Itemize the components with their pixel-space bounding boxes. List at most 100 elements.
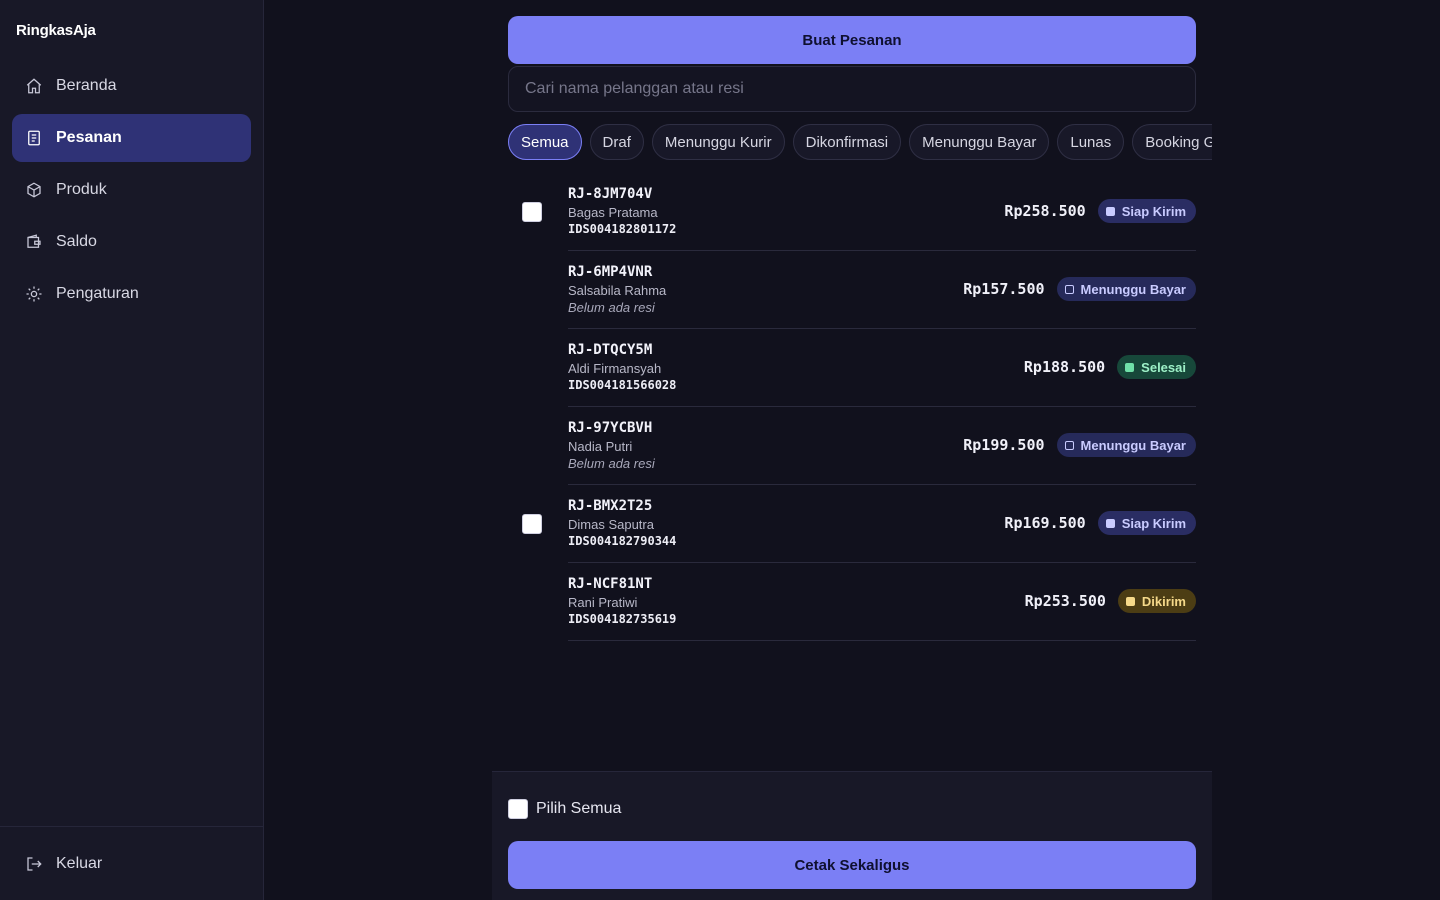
sidebar-item-saldo[interactable]: Saldo	[12, 218, 251, 266]
logout-label: Keluar	[56, 854, 103, 872]
order-list: RJ-8JM704V Bagas Pratama IDS004182801172…	[508, 173, 1196, 641]
order-info: RJ-97YCBVH Nadia Putri Belum ada resi	[568, 420, 655, 472]
tracking-number: IDS004182801172	[568, 222, 677, 236]
sidebar-item-label: Pengaturan	[56, 285, 139, 302]
customer-name: Salsabila Rahma	[568, 283, 667, 298]
box-icon	[25, 181, 43, 199]
status-label: Selesai	[1141, 359, 1186, 375]
sidebar-item-pesanan[interactable]: Pesanan	[12, 114, 251, 162]
create-order-button[interactable]: Buat Pesanan	[508, 16, 1196, 64]
tracking-number: IDS004182790344	[568, 534, 677, 548]
tracking-number: Belum ada resi	[568, 300, 655, 315]
status-label: Siap Kirim	[1121, 515, 1186, 531]
order-row[interactable]: RJ-8JM704V Bagas Pratama IDS004182801172…	[508, 173, 1196, 251]
home-icon	[25, 77, 43, 95]
order-info: RJ-8JM704V Bagas Pratama IDS004182801172	[568, 186, 676, 238]
order-price: Rp188.500	[1023, 358, 1106, 376]
status-tabs: Semua Draf Menunggu Kurir Dikonfirmasi M…	[508, 124, 1212, 160]
order-summary: Rp188.500 Selesai	[1024, 355, 1196, 379]
order-id: RJ-DTQCY5M	[568, 342, 653, 358]
order-info: RJ-NCF81NT Rani Pratiwi IDS004182735619	[568, 576, 676, 628]
order-row[interactable]: RJ-NCF81NT Rani Pratiwi IDS004182735619 …	[508, 563, 1196, 641]
status-label: Siap Kirim	[1121, 203, 1186, 219]
status-badge: Menunggu Bayar	[1056, 433, 1196, 457]
status-label: Dikirim	[1141, 593, 1186, 609]
sidebar-item-produk[interactable]: Produk	[12, 166, 251, 214]
box-icon	[1105, 518, 1115, 528]
customer-name: Dimas Saputra	[568, 517, 654, 532]
order-summary: Rp258.500 Siap Kirim	[1004, 199, 1196, 223]
order-summary: Rp169.500 Siap Kirim	[1004, 511, 1196, 535]
status-badge: Selesai	[1117, 355, 1196, 379]
order-id: RJ-6MP4VNR	[568, 264, 653, 280]
sidebar-footer: Keluar	[0, 826, 263, 900]
sidebar-item-label: Pesanan	[56, 129, 122, 146]
order-price: Rp258.500	[1004, 202, 1086, 220]
search-input[interactable]	[508, 66, 1196, 112]
tab-dikonfirmasi[interactable]: Dikonfirmasi	[792, 124, 902, 160]
order-info: RJ-BMX2T25 Dimas Saputra IDS004182790344	[568, 498, 676, 550]
main-content: Buat Pesanan Semua Draf Menunggu Kurir D…	[264, 0, 1440, 900]
status-label: Menunggu Bayar	[1080, 437, 1186, 453]
wallet-icon	[25, 233, 43, 251]
customer-name: Rani Pratiwi	[568, 595, 638, 610]
bulk-action-bar: Pilih Semua Cetak Sekaligus	[492, 771, 1212, 900]
sidebar-item-label: Beranda	[56, 77, 117, 94]
tab-semua[interactable]: Semua	[508, 124, 582, 160]
order-row[interactable]: RJ-6MP4VNR Salsabila Rahma Belum ada res…	[508, 251, 1196, 329]
customer-name: Aldi Firmansyah	[568, 361, 662, 376]
status-label: Menunggu Bayar	[1080, 281, 1186, 297]
status-badge: Menunggu Bayar	[1056, 277, 1196, 301]
order-id: RJ-8JM704V	[568, 186, 653, 202]
sun-icon	[25, 285, 43, 303]
sidebar-item-beranda[interactable]: Beranda	[12, 62, 251, 110]
order-checkbox[interactable]	[522, 202, 542, 222]
logout-button[interactable]: Keluar	[12, 840, 251, 888]
tracking-number: Belum ada resi	[568, 456, 655, 471]
order-id: RJ-BMX2T25	[568, 498, 653, 514]
order-info: RJ-DTQCY5M Aldi Firmansyah IDS0041815660…	[568, 342, 676, 394]
tab-lunas[interactable]: Lunas	[1057, 124, 1125, 160]
select-all-label: Pilih Semua	[536, 800, 622, 817]
tab-draf[interactable]: Draf	[589, 124, 644, 160]
order-row[interactable]: RJ-DTQCY5M Aldi Firmansyah IDS0041815660…	[508, 329, 1196, 407]
square-icon	[1064, 440, 1074, 450]
sidebar-item-label: Saldo	[56, 233, 97, 250]
order-row[interactable]: RJ-BMX2T25 Dimas Saputra IDS004182790344…	[508, 485, 1196, 563]
orders-panel: Buat Pesanan Semua Draf Menunggu Kurir D…	[492, 0, 1212, 900]
order-id: RJ-97YCBVH	[568, 420, 653, 436]
status-badge: Dikirim	[1117, 589, 1196, 613]
tab-booking-gagal[interactable]: Booking Gagal	[1132, 124, 1212, 160]
box-icon	[1105, 206, 1115, 216]
select-all-checkbox[interactable]	[508, 799, 528, 819]
select-all-toggle[interactable]: Pilih Semua	[508, 799, 621, 819]
order-price: Rp253.500	[1024, 592, 1106, 610]
order-row[interactable]: RJ-97YCBVH Nadia Putri Belum ada resi Rp…	[508, 407, 1196, 485]
order-id: RJ-NCF81NT	[568, 576, 653, 592]
square-icon	[1064, 284, 1074, 294]
customer-name: Nadia Putri	[568, 439, 633, 454]
customer-name: Bagas Pratama	[568, 205, 658, 220]
logout-icon	[25, 855, 43, 873]
app-root: RingkasAja Beranda Pesanan Produk Saldo …	[0, 0, 1440, 900]
sidebar-nav: Beranda Pesanan Produk Saldo Pengaturan	[0, 62, 263, 322]
sidebar-item-pengaturan[interactable]: Pengaturan	[12, 270, 251, 318]
order-price: Rp169.500	[1004, 514, 1086, 532]
order-checkbox[interactable]	[522, 514, 542, 534]
tracking-number: IDS004182735619	[568, 612, 677, 626]
order-summary: Rp157.500 Menunggu Bayar	[963, 277, 1196, 301]
tracking-number: IDS004181566028	[568, 378, 677, 392]
tab-menunggu-kurir[interactable]: Menunggu Kurir	[651, 124, 785, 160]
status-badge: Siap Kirim	[1097, 511, 1196, 535]
status-badge: Siap Kirim	[1097, 199, 1196, 223]
bulk-print-button[interactable]: Cetak Sekaligus	[508, 841, 1196, 889]
order-info: RJ-6MP4VNR Salsabila Rahma Belum ada res…	[568, 264, 666, 316]
sidebar-item-label: Produk	[56, 181, 107, 198]
order-price: Rp199.500	[963, 436, 1045, 454]
sidebar: RingkasAja Beranda Pesanan Produk Saldo …	[0, 0, 264, 900]
tab-menunggu-bayar[interactable]: Menunggu Bayar	[909, 124, 1050, 160]
order-price: Rp157.500	[963, 280, 1045, 298]
brand-logo[interactable]: RingkasAja	[0, 0, 263, 62]
check-square-icon	[1125, 362, 1135, 372]
row-divider	[568, 640, 1196, 641]
